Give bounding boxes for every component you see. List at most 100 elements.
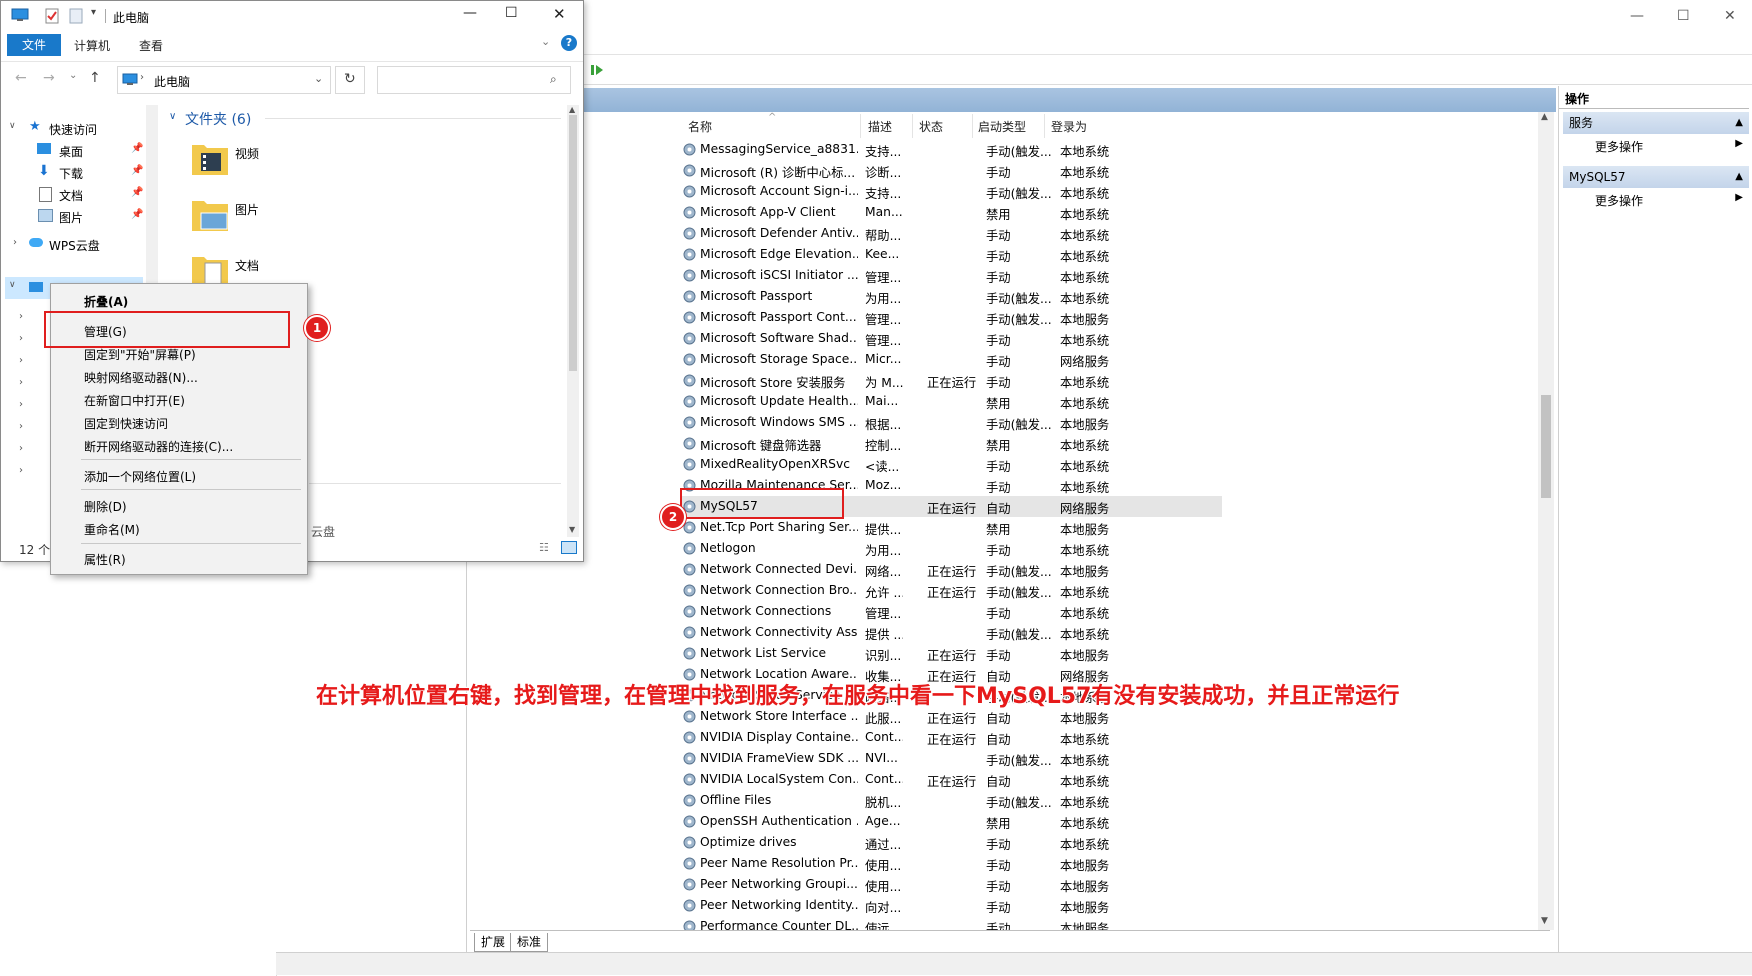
breadcrumb-arrow-icon[interactable]: › (140, 72, 144, 83)
nav-desktop[interactable]: 桌面 (59, 143, 83, 160)
details-view-icon[interactable]: ☷ (539, 541, 549, 554)
service-row[interactable]: Net.Tcp Port Sharing Ser... 提供... 禁用 本地服务 (682, 517, 1222, 538)
services-scroll-thumb[interactable] (1541, 395, 1551, 498)
menu-collapse[interactable]: 折叠(A) (84, 293, 128, 310)
pin-icon[interactable]: 📌 (131, 187, 143, 198)
tab-extended[interactable]: 扩展 (474, 933, 513, 952)
menu-add-network-location[interactable]: 添加一个网络位置(L) (84, 468, 196, 485)
more-actions-services[interactable]: 更多操作 (1595, 138, 1643, 155)
address-bar[interactable]: › 此电脑 ⌄ (117, 66, 331, 94)
recent-locations-icon[interactable]: ⌄ (69, 70, 77, 81)
pin-icon[interactable]: 📌 (131, 165, 143, 176)
service-row[interactable]: Microsoft Account Sign-i... 支持... 手动(触发...… (682, 181, 1222, 202)
menu-disconnect-network-drive[interactable]: 断开网络驱动器的连接(C)... (84, 438, 233, 455)
help-icon[interactable]: ? (561, 35, 577, 51)
ribbon-tab-computer[interactable]: 计算机 (74, 37, 110, 54)
service-row[interactable]: Microsoft Storage Space... Micr... 手动 网络服务 (682, 349, 1222, 370)
scroll-up-icon[interactable]: ▲ (1541, 112, 1548, 122)
expand-ribbon-icon[interactable]: ⌄ (541, 35, 550, 48)
column-description[interactable]: 描述 (868, 118, 892, 135)
folder-videos[interactable]: 视频 (235, 145, 259, 162)
folder-pictures[interactable]: 图片 (235, 201, 259, 218)
service-row[interactable]: Performance Counter DL... 使远... 手动 本地服务 (682, 916, 1222, 930)
tree-expand-icon[interactable]: › (19, 443, 23, 454)
column-logon-as[interactable]: 登录为 (1051, 118, 1087, 135)
service-row[interactable]: Netlogon 为用... 手动 本地系统 (682, 538, 1222, 559)
service-row[interactable]: Peer Networking Identity... 向对... 手动 本地服务 (682, 895, 1222, 916)
nav-pictures[interactable]: 图片 (59, 209, 83, 226)
minimize-button[interactable]: — (463, 5, 477, 21)
nav-documents[interactable]: 文档 (59, 187, 83, 204)
nav-quick-access[interactable]: 快速访问 (49, 121, 97, 138)
pin-icon[interactable]: 📌 (131, 143, 143, 154)
actions-group-services[interactable]: 服务 ▲ (1563, 112, 1749, 134)
pictures-folder-icon[interactable] (191, 195, 229, 233)
collapse-group-icon[interactable]: ∨ (169, 111, 176, 122)
forward-icon[interactable]: → (43, 70, 55, 86)
close-button[interactable]: ✕ (553, 5, 566, 23)
ribbon-tab-file[interactable]: 文件 (7, 34, 61, 56)
menu-pin-quick-access[interactable]: 固定到快速访问 (84, 415, 168, 432)
ribbon-tab-view[interactable]: 查看 (139, 37, 163, 54)
nav-downloads[interactable]: 下载 (59, 165, 83, 182)
tree-expand-icon[interactable]: › (19, 333, 23, 344)
menu-properties[interactable]: 属性(R) (84, 551, 126, 568)
start-service-icon[interactable] (590, 63, 604, 77)
service-row[interactable]: Microsoft Update Health... Mai... 禁用 本地系统 (682, 391, 1222, 412)
tree-expand-icon[interactable]: › (19, 421, 23, 432)
menu-map-network-drive[interactable]: 映射网络驱动器(N)... (84, 369, 198, 386)
pin-icon[interactable]: 📌 (131, 209, 143, 220)
service-row[interactable]: Peer Networking Groupi... 使用... 手动 本地服务 (682, 874, 1222, 895)
menu-delete[interactable]: 删除(D) (84, 498, 127, 515)
service-row[interactable]: Microsoft Passport Cont... 管理... 手动(触发... 本… (682, 307, 1222, 328)
tree-expand-icon[interactable]: › (19, 355, 23, 366)
service-row[interactable]: Network List Service 识别... 正在运行 手动 本地服务 (682, 643, 1222, 664)
search-input[interactable]: ⌕ (377, 66, 571, 94)
service-row[interactable]: NVIDIA FrameView SDK ... NVI... 手动(触发... 本地… (682, 748, 1222, 769)
expand-wps-icon[interactable]: › (13, 237, 17, 248)
service-row[interactable]: MessagingService_a8831... 支持... 手动(触发... 本地… (682, 139, 1222, 160)
tree-expand-icon[interactable]: › (19, 399, 23, 410)
maximize-button[interactable]: ☐ (1677, 8, 1690, 24)
new-folder-quick-icon[interactable] (69, 8, 83, 24)
tree-expand-icon[interactable]: › (19, 465, 23, 476)
service-row[interactable]: Microsoft Windows SMS ... 根据... 手动(触发... 本地… (682, 412, 1222, 433)
scroll-up-icon[interactable]: ▲ (569, 105, 575, 114)
folder-documents[interactable]: 文档 (235, 257, 259, 274)
back-icon[interactable]: ← (15, 70, 27, 86)
service-row[interactable]: Offline Files 脱机... 手动(触发... 本地系统 (682, 790, 1222, 811)
tree-expand-icon[interactable]: › (19, 311, 23, 322)
collapse-icon[interactable]: ▲ (1735, 166, 1743, 188)
service-row[interactable]: Microsoft (R) 诊断中心标... 诊断... 手动 本地系统 (682, 160, 1222, 181)
nav-wps-cloud[interactable]: WPS云盘 (49, 237, 100, 254)
service-row[interactable]: Microsoft 键盘筛选器 控制... 禁用 本地系统 (682, 433, 1222, 454)
service-row[interactable]: Microsoft iSCSI Initiator ... 管理... 手动 本地系统 (682, 265, 1222, 286)
service-row[interactable]: NVIDIA Display Containe... Cont... 正在运行 自动 本… (682, 727, 1222, 748)
service-row[interactable]: Microsoft Passport 为用... 手动(触发... 本地系统 (682, 286, 1222, 307)
tab-standard[interactable]: 标准 (510, 933, 549, 952)
service-row[interactable]: Network Connection Bro... 允许 ... 正在运行 手动(触发… (682, 580, 1222, 601)
address-dropdown-icon[interactable]: ⌄ (314, 72, 323, 85)
expand-quick-access-icon[interactable]: ∨ (9, 121, 16, 131)
folders-group-header[interactable]: 文件夹 (6) (185, 109, 251, 129)
collapse-icon[interactable]: ▲ (1735, 112, 1743, 134)
menu-pin-to-start[interactable]: 固定到"开始"屏幕(P) (84, 346, 196, 363)
service-row[interactable]: NVIDIA LocalSystem Con... Cont... 正在运行 自动 本地… (682, 769, 1222, 790)
service-row[interactable]: Microsoft Software Shad... 管理... 手动 本地系统 (682, 328, 1222, 349)
menu-open-new-window[interactable]: 在新窗口中打开(E) (84, 392, 185, 409)
column-startup-type[interactable]: 启动类型 (978, 118, 1026, 135)
service-row[interactable]: Optimize drives 通过... 手动 本地系统 (682, 832, 1222, 853)
maximize-button[interactable]: ☐ (505, 5, 518, 21)
videos-folder-icon[interactable] (191, 139, 229, 177)
service-row[interactable]: Peer Name Resolution Pr... 使用... 手动 本地服务 (682, 853, 1222, 874)
service-row[interactable]: OpenSSH Authentication ... Age... 禁用 本地系统 (682, 811, 1222, 832)
service-row[interactable]: Microsoft Store 安装服务 为 M... 正在运行 手动 本地系统 (682, 370, 1222, 391)
up-icon[interactable]: ↑ (89, 70, 101, 86)
service-row[interactable]: Network Connectivity Ass... 提供 ... 手动(触发..… (682, 622, 1222, 643)
collapse-this-pc-icon[interactable]: ∨ (9, 280, 16, 290)
menu-rename[interactable]: 重命名(M) (84, 521, 140, 538)
service-row[interactable]: MixedRealityOpenXRSvc <读... 手动 本地系统 (682, 454, 1222, 475)
close-button[interactable]: ✕ (1724, 8, 1736, 24)
service-row[interactable]: Microsoft Edge Elevation... Kee... 手动 本地系统 (682, 244, 1222, 265)
actions-group-mysql57[interactable]: MySQL57 ▲ (1563, 166, 1749, 188)
